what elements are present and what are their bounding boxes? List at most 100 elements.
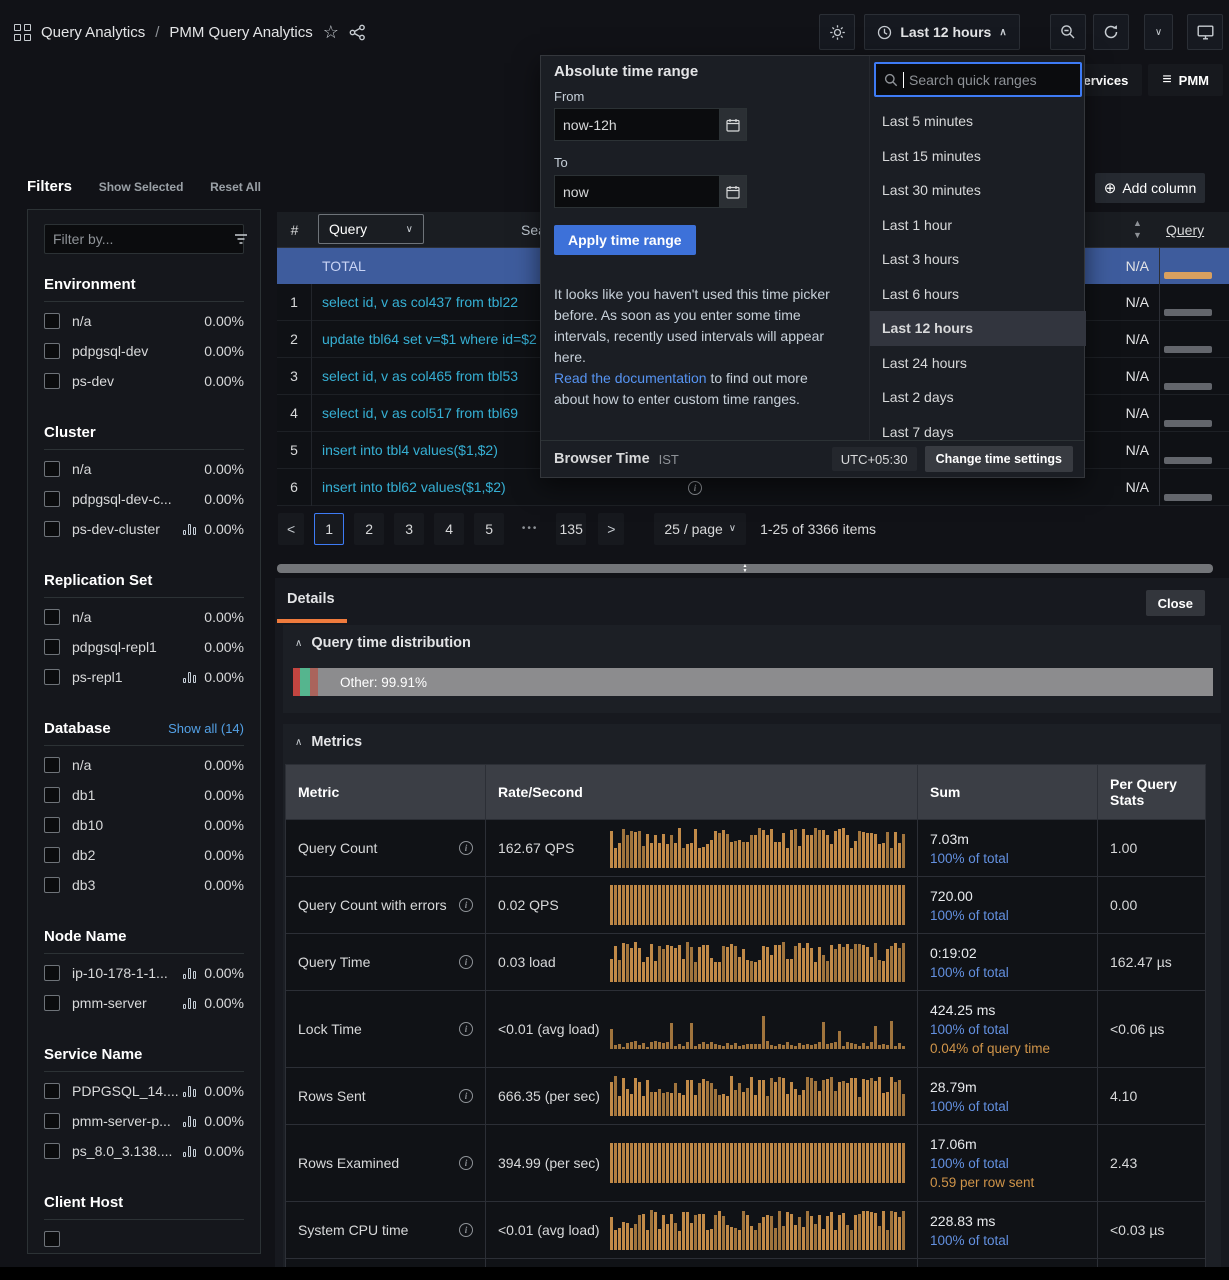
- checkbox[interactable]: [44, 609, 60, 625]
- metric-sum-percent-link[interactable]: 100% of total: [930, 965, 1085, 980]
- filter-item-ps-repl1[interactable]: ps-repl10.00%: [44, 662, 244, 692]
- quick-range-last-6-hours[interactable]: Last 6 hours: [870, 277, 1086, 312]
- collapse-caret-icon[interactable]: ∧: [295, 737, 302, 748]
- filter-item[interactable]: [44, 1224, 244, 1254]
- query-time-column-header[interactable]: Query: [1166, 212, 1204, 248]
- filter-item-pmm-server-p[interactable]: pmm-server-p...0.00%: [44, 1106, 244, 1136]
- filter-item-ps-dev[interactable]: ps-dev0.00%: [44, 366, 244, 396]
- bar-chart-icon[interactable]: [183, 1145, 196, 1157]
- filter-item-ps-8-0-3-138[interactable]: ps_8.0_3.138....0.00%: [44, 1136, 244, 1166]
- filter-item-pdpgsql-repl1[interactable]: pdpgsql-repl10.00%: [44, 632, 244, 662]
- panel-resize-handle[interactable]: ▲▼: [277, 564, 1213, 573]
- checkbox[interactable]: [44, 1143, 60, 1159]
- info-icon[interactable]: i: [459, 1089, 473, 1103]
- filter-item-db2[interactable]: db20.00%: [44, 840, 244, 870]
- dashboard-settings-button[interactable]: [819, 14, 855, 50]
- pmm-menu-button[interactable]: ≡PMM: [1148, 64, 1223, 96]
- query-link[interactable]: select id, v as col437 from tbl22: [322, 294, 518, 310]
- metric-sum-percent-link[interactable]: 100% of total: [930, 908, 1085, 923]
- checkbox[interactable]: [44, 995, 60, 1011]
- tab-details[interactable]: Details: [287, 591, 335, 607]
- info-icon[interactable]: i: [688, 481, 702, 495]
- info-icon[interactable]: i: [459, 898, 473, 912]
- refresh-interval-dropdown[interactable]: ∨: [1144, 14, 1173, 50]
- quick-range-last-3-hours[interactable]: Last 3 hours: [870, 242, 1086, 277]
- checkbox[interactable]: [44, 965, 60, 981]
- checkbox[interactable]: [44, 313, 60, 329]
- info-icon[interactable]: i: [459, 955, 473, 969]
- to-field[interactable]: [554, 175, 719, 208]
- checkbox[interactable]: [44, 1231, 60, 1247]
- quick-range-last-7-days[interactable]: Last 7 days: [870, 415, 1086, 441]
- page-button-5[interactable]: 5: [474, 513, 504, 545]
- sort-icon[interactable]: ▲▼: [1133, 217, 1142, 241]
- page-button-1[interactable]: 1: [314, 513, 344, 545]
- apps-grid-icon[interactable]: [14, 24, 31, 41]
- quick-range-last-24-hours[interactable]: Last 24 hours: [870, 346, 1086, 381]
- bar-chart-icon[interactable]: [183, 671, 196, 683]
- read-documentation-link[interactable]: Read the documentation: [554, 370, 707, 386]
- checkbox[interactable]: [44, 1113, 60, 1129]
- page-button-4[interactable]: 4: [434, 513, 464, 545]
- quick-range-last-5-minutes[interactable]: Last 5 minutes: [870, 104, 1086, 139]
- checkbox[interactable]: [44, 521, 60, 537]
- query-link[interactable]: select id, v as col517 from tbl69: [322, 405, 518, 421]
- filter-search-input[interactable]: [53, 231, 234, 247]
- change-time-settings-button[interactable]: Change time settings: [925, 446, 1073, 472]
- filter-item-n-a[interactable]: n/a0.00%: [44, 454, 244, 484]
- info-icon[interactable]: i: [459, 1022, 473, 1036]
- filter-item-ps-dev-cluster[interactable]: ps-dev-cluster0.00%: [44, 514, 244, 544]
- query-link[interactable]: insert into tbl62 values($1,$2): [322, 479, 506, 495]
- quick-ranges-search-box[interactable]: [874, 62, 1082, 97]
- apply-time-range-button[interactable]: Apply time range: [554, 225, 696, 255]
- quick-ranges-search-input[interactable]: [909, 72, 1072, 88]
- checkbox[interactable]: [44, 817, 60, 833]
- add-column-button[interactable]: ⊕ Add column: [1095, 173, 1205, 203]
- checkbox[interactable]: [44, 787, 60, 803]
- query-link[interactable]: update tbl64 set v=$1 where id=$2: [322, 331, 537, 347]
- metric-sum-percent-link[interactable]: 100% of total: [930, 851, 1085, 866]
- filter-item-pdpgsql-dev-c[interactable]: pdpgsql-dev-c...0.00%: [44, 484, 244, 514]
- filter-item-db10[interactable]: db100.00%: [44, 810, 244, 840]
- checkbox[interactable]: [44, 491, 60, 507]
- filter-item-n-a[interactable]: n/a0.00%: [44, 602, 244, 632]
- metric-sum-percent-link[interactable]: 100% of total: [930, 1233, 1085, 1248]
- reset-all-link[interactable]: Reset All: [210, 180, 261, 194]
- bar-chart-icon[interactable]: [183, 1085, 196, 1097]
- show-all-link[interactable]: Show all (14): [168, 721, 244, 736]
- quick-range-last-30-minutes[interactable]: Last 30 minutes: [870, 173, 1086, 208]
- page-button-2[interactable]: 2: [354, 513, 384, 545]
- checkbox[interactable]: [44, 343, 60, 359]
- filter-item-n-a[interactable]: n/a0.00%: [44, 750, 244, 780]
- filter-search-box[interactable]: [44, 224, 244, 254]
- filter-item-n-a[interactable]: n/a0.00%: [44, 306, 244, 336]
- checkbox[interactable]: [44, 373, 60, 389]
- page-button-3[interactable]: 3: [394, 513, 424, 545]
- metric-sum-percent-link[interactable]: 100% of total: [930, 1022, 1085, 1037]
- checkbox[interactable]: [44, 847, 60, 863]
- info-icon[interactable]: i: [459, 841, 473, 855]
- share-icon[interactable]: [349, 24, 366, 41]
- zoom-out-button[interactable]: [1050, 14, 1086, 50]
- prev-page-button[interactable]: <: [278, 513, 304, 545]
- filter-item-pmm-server[interactable]: pmm-server0.00%: [44, 988, 244, 1018]
- bar-chart-icon[interactable]: [183, 997, 196, 1009]
- breadcrumb-section[interactable]: Query Analytics: [41, 24, 145, 41]
- metric-sum-percent-link[interactable]: 100% of total: [930, 1099, 1085, 1114]
- info-icon[interactable]: i: [459, 1156, 473, 1170]
- metric-sum-percent-link[interactable]: 100% of total: [930, 1156, 1085, 1171]
- checkbox[interactable]: [44, 757, 60, 773]
- checkbox[interactable]: [44, 1083, 60, 1099]
- quick-range-last-2-days[interactable]: Last 2 days: [870, 380, 1086, 415]
- quick-range-last-1-hour[interactable]: Last 1 hour: [870, 208, 1086, 243]
- checkbox[interactable]: [44, 669, 60, 685]
- close-details-button[interactable]: Close: [1146, 590, 1205, 616]
- page-size-select[interactable]: 25 / page∨: [654, 513, 746, 545]
- checkbox[interactable]: [44, 877, 60, 893]
- bar-chart-icon[interactable]: [183, 1115, 196, 1127]
- quick-range-last-12-hours[interactable]: Last 12 hours: [870, 311, 1086, 346]
- next-page-button[interactable]: >: [598, 513, 624, 545]
- filter-item-db1[interactable]: db10.00%: [44, 780, 244, 810]
- query-link[interactable]: insert into tbl4 values($1,$2): [322, 442, 498, 458]
- checkbox[interactable]: [44, 639, 60, 655]
